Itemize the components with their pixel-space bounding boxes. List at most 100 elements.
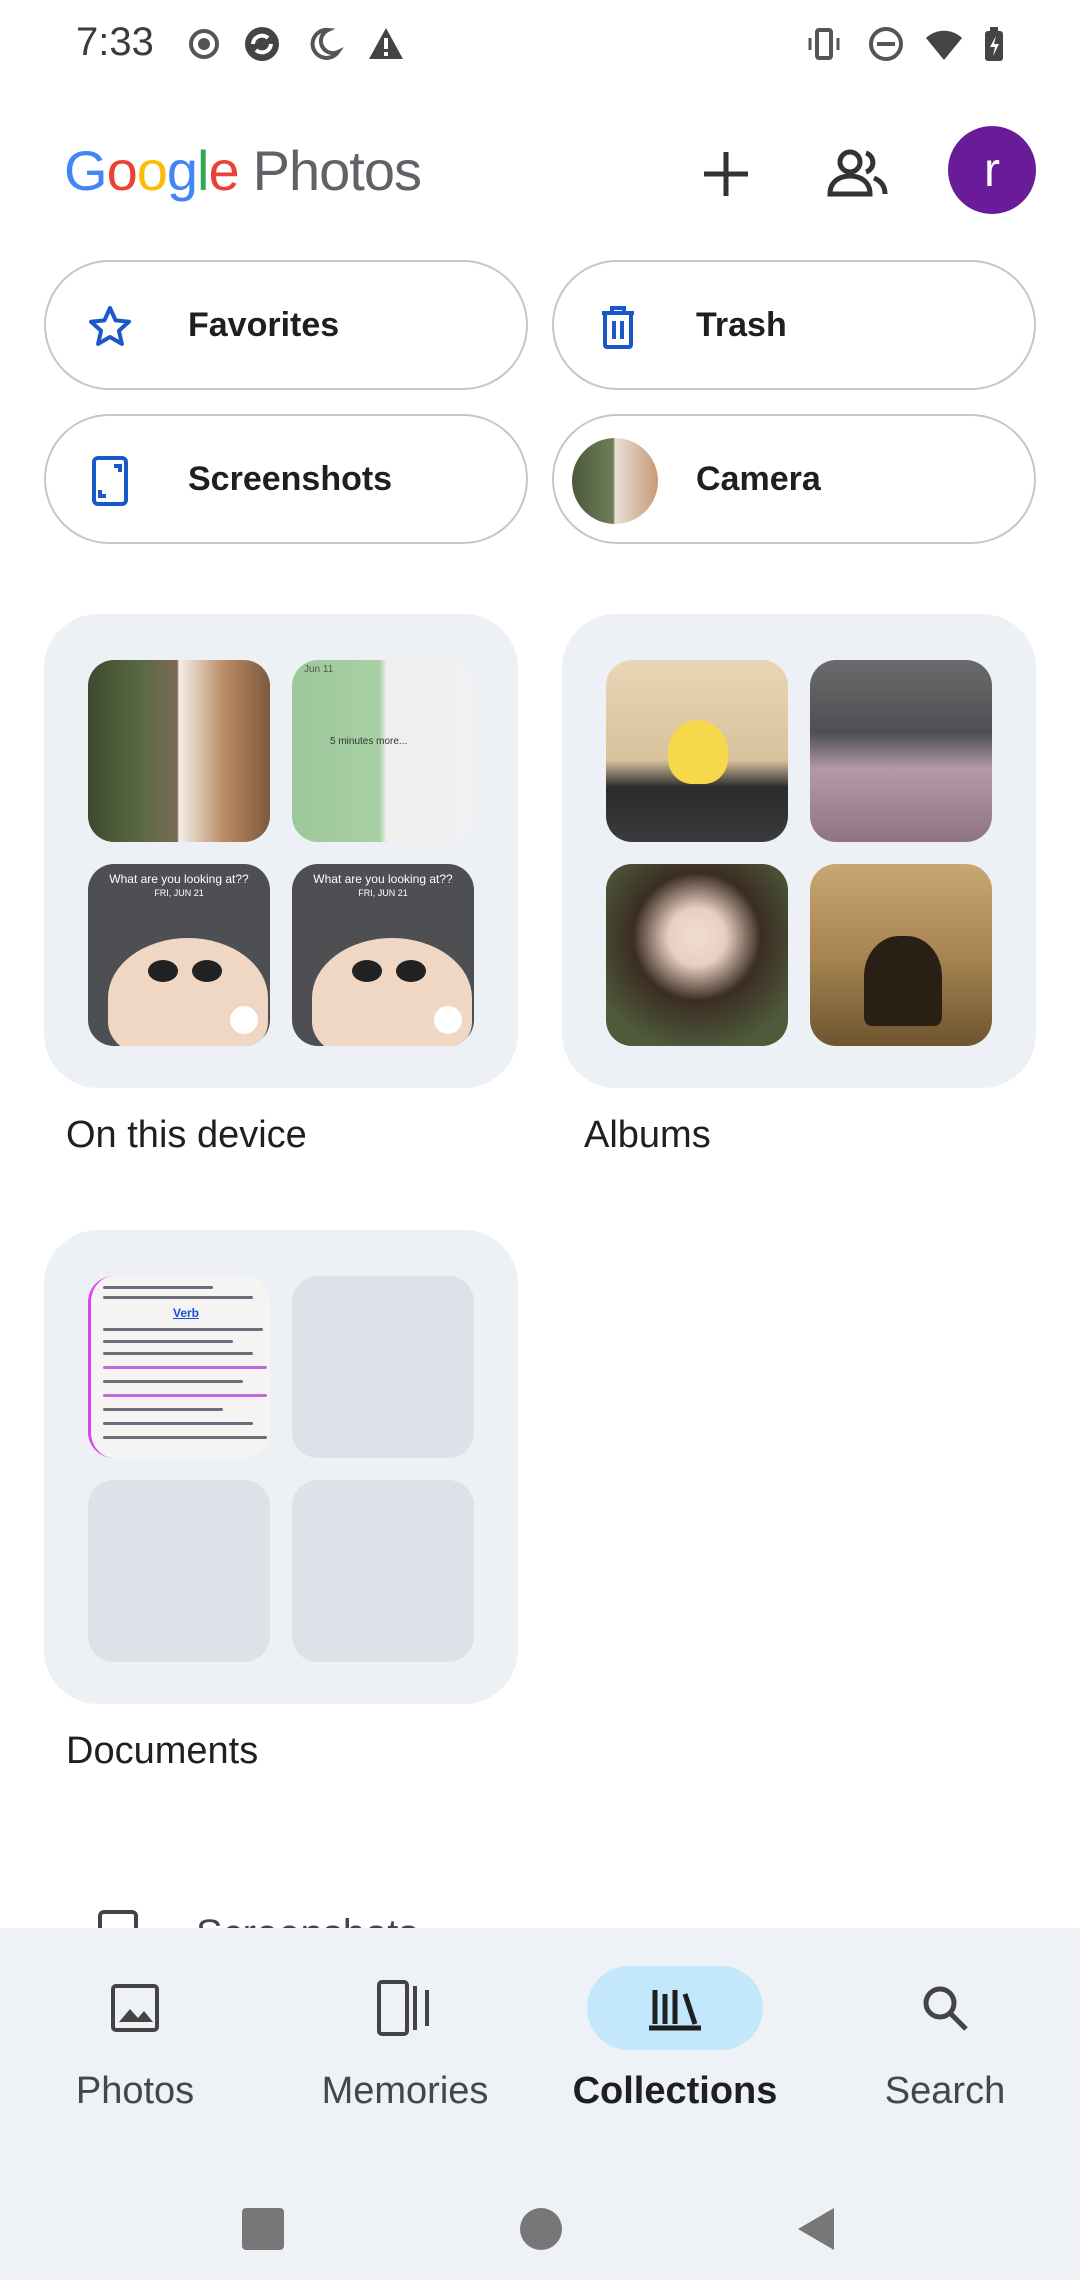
sync-icon bbox=[245, 27, 279, 61]
doc-line bbox=[103, 1328, 263, 1331]
photo-thumbnail bbox=[88, 660, 270, 842]
nav-photos[interactable]: Photos bbox=[0, 1950, 270, 2130]
logo-letter: o bbox=[136, 139, 168, 202]
thumb-caption: What are you looking at?? bbox=[109, 872, 249, 886]
thumb-caption: What are you looking at?? bbox=[313, 872, 453, 886]
chip-label: Favorites bbox=[188, 305, 340, 344]
doc-heading: Verb bbox=[173, 1306, 200, 1320]
thumb-date: FRI, JUN 21 bbox=[154, 888, 204, 898]
add-button[interactable] bbox=[682, 130, 770, 218]
logo-letter: o bbox=[106, 139, 138, 202]
thumb-date: FRI, JUN 21 bbox=[358, 888, 408, 898]
documents-card[interactable]: Verb bbox=[44, 1230, 518, 1704]
battery-charging-icon bbox=[985, 27, 1003, 61]
home-button[interactable] bbox=[518, 2206, 564, 2252]
google-photos-logo: Google Photos bbox=[64, 138, 422, 203]
add-icon bbox=[704, 152, 748, 196]
bedtime-icon bbox=[310, 27, 344, 60]
product-name: Photos bbox=[252, 139, 422, 202]
trash-icon bbox=[592, 301, 644, 353]
vibrate-icon bbox=[808, 28, 840, 60]
chip-label: Screenshots bbox=[188, 459, 393, 498]
doc-line bbox=[103, 1366, 267, 1369]
photo-thumbnail: What are you looking at?? FRI, JUN 21 bbox=[88, 864, 270, 1046]
nav-label: Collections bbox=[572, 2070, 778, 2112]
system-navigation-bar bbox=[0, 2180, 1080, 2280]
empty-thumbnail bbox=[88, 1480, 270, 1662]
search-icon bbox=[923, 1986, 968, 2031]
record-icon bbox=[189, 29, 219, 59]
status-time: 7:33 bbox=[76, 20, 154, 64]
collection-title: On this device bbox=[66, 1114, 307, 1156]
thumb-eye bbox=[192, 960, 222, 982]
thumb-figure bbox=[668, 720, 728, 784]
thumb-figure bbox=[864, 936, 942, 1026]
favorites-chip[interactable]: Favorites bbox=[44, 260, 528, 390]
nav-label: Search bbox=[884, 2070, 1006, 2112]
play-icon bbox=[230, 1006, 258, 1034]
doc-line bbox=[103, 1408, 223, 1411]
nav-pill bbox=[47, 1966, 223, 2050]
doc-line bbox=[103, 1296, 253, 1299]
back-button[interactable] bbox=[794, 2206, 840, 2252]
photo-thumbnail: Jun 11 5 minutes more... bbox=[292, 660, 474, 842]
logo-letter: G bbox=[64, 139, 108, 202]
albums-card[interactable] bbox=[562, 614, 1036, 1088]
thumb-eye bbox=[352, 960, 382, 982]
collections-icon bbox=[649, 1990, 701, 2031]
on-this-device-card[interactable]: Jun 11 5 minutes more... What are you lo… bbox=[44, 614, 518, 1088]
collection-title: Albums bbox=[584, 1114, 711, 1156]
camera-chip[interactable]: Camera bbox=[552, 414, 1036, 544]
account-avatar[interactable]: r bbox=[948, 126, 1036, 214]
trash-chip[interactable]: Trash bbox=[552, 260, 1036, 390]
play-icon bbox=[434, 1006, 462, 1034]
warning-icon bbox=[369, 28, 403, 59]
nav-pill bbox=[317, 1966, 493, 2050]
thumb-eye bbox=[148, 960, 178, 982]
sharing-button[interactable] bbox=[814, 130, 902, 218]
star-icon bbox=[84, 301, 136, 353]
memories-icon bbox=[377, 1980, 429, 2036]
logo-letter: e bbox=[208, 139, 239, 202]
shared-people-icon bbox=[827, 149, 888, 197]
photo-icon bbox=[111, 1984, 159, 2032]
thumb-eye bbox=[396, 960, 426, 982]
doc-line bbox=[103, 1286, 213, 1289]
nav-pill-active bbox=[587, 1966, 763, 2050]
logo-letter: l bbox=[197, 139, 209, 202]
do-not-disturb-icon bbox=[869, 27, 903, 61]
status-bar: 7:33 bbox=[0, 0, 1080, 88]
wifi-icon bbox=[926, 30, 962, 60]
photo-thumbnail: What are you looking at?? FRI, JUN 21 bbox=[292, 864, 474, 1046]
thumb-caption: 5 minutes more... bbox=[330, 736, 408, 747]
screenshot-icon bbox=[84, 455, 136, 507]
document-thumbnail: Verb bbox=[88, 1276, 270, 1458]
empty-thumbnail bbox=[292, 1276, 474, 1458]
photo-thumbnail bbox=[810, 864, 992, 1046]
doc-line bbox=[103, 1394, 267, 1397]
collection-title: Documents bbox=[66, 1730, 259, 1772]
thumb-date: Jun 11 bbox=[304, 664, 334, 675]
nav-collections[interactable]: Collections bbox=[540, 1950, 810, 2130]
empty-thumbnail bbox=[292, 1480, 474, 1662]
doc-line bbox=[103, 1436, 267, 1439]
doc-line bbox=[103, 1422, 253, 1425]
nav-memories[interactable]: Memories bbox=[270, 1950, 540, 2130]
photo-thumbnail bbox=[606, 864, 788, 1046]
doc-line bbox=[103, 1380, 243, 1383]
chip-label: Trash bbox=[696, 305, 787, 344]
camera-thumbnail bbox=[572, 438, 658, 524]
nav-search[interactable]: Search bbox=[810, 1950, 1080, 2130]
doc-line bbox=[103, 1352, 253, 1355]
nav-label: Photos bbox=[75, 2070, 195, 2112]
recents-button[interactable] bbox=[240, 2206, 286, 2252]
app-header: Google Photos r bbox=[0, 110, 1080, 230]
nav-pill bbox=[857, 1966, 1033, 2050]
screenshots-chip[interactable]: Screenshots bbox=[44, 414, 528, 544]
photo-thumbnail bbox=[606, 660, 788, 842]
doc-line bbox=[103, 1340, 233, 1343]
nav-label: Memories bbox=[321, 2070, 489, 2112]
logo-letter: g bbox=[166, 139, 198, 202]
chip-label: Camera bbox=[696, 459, 821, 498]
photo-thumbnail bbox=[810, 660, 992, 842]
